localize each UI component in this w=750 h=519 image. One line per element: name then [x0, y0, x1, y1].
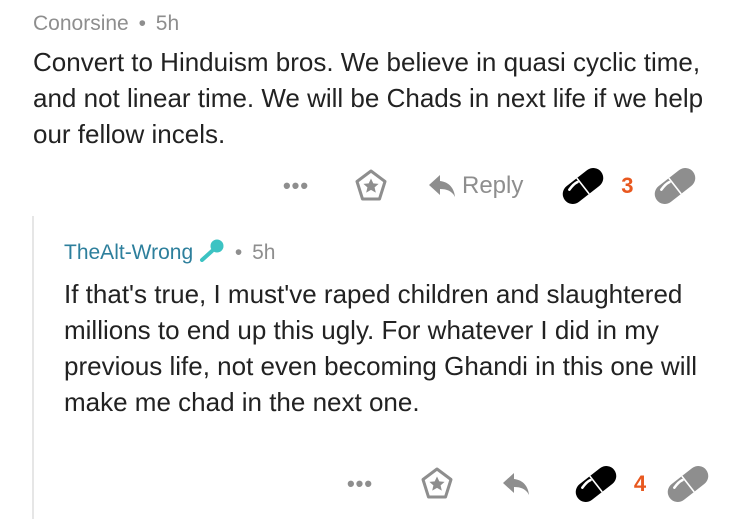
- more-icon[interactable]: •••: [340, 471, 380, 497]
- comment-age: 5h: [252, 241, 276, 264]
- meta-separator: •: [234, 241, 243, 264]
- score-count: 3: [621, 173, 634, 198]
- score-count: 4: [633, 471, 647, 496]
- pill-upvote-icon[interactable]: [570, 462, 622, 506]
- more-icon[interactable]: •••: [276, 173, 316, 199]
- comment-thealt-wrong: TheAlt-Wrong • 5h If that's true, I must…: [64, 238, 734, 420]
- comment-meta: TheAlt-Wrong • 5h: [64, 238, 734, 270]
- pill-downvote-icon[interactable]: [662, 462, 714, 506]
- comment-age: 5h: [155, 12, 180, 35]
- pill-downvote-icon[interactable]: [649, 164, 701, 208]
- comment-body: Convert to Hinduism bros. We believe in …: [33, 47, 704, 149]
- thread-indent-line: [32, 216, 34, 519]
- meta-separator: •: [138, 12, 146, 35]
- reply-arrow-icon: [429, 175, 455, 197]
- comment-body: If that's true, I must've raped children…: [64, 279, 698, 417]
- comment-author[interactable]: Conorsine: [33, 12, 129, 35]
- comment-meta: Conorsine • 5h: [33, 10, 733, 38]
- reply-arrow-icon[interactable]: [502, 472, 530, 496]
- star-icon[interactable]: [354, 169, 388, 203]
- comment-actions: ••• Reply 3: [276, 164, 701, 208]
- microphone-flair-icon: [199, 238, 225, 270]
- comment-conorsine: Conorsine • 5h Convert to Hinduism bros.…: [33, 10, 733, 152]
- star-icon[interactable]: [420, 467, 454, 501]
- pill-upvote-icon[interactable]: [557, 164, 609, 208]
- comment-author[interactable]: TheAlt-Wrong: [64, 241, 193, 264]
- reply-button[interactable]: Reply: [428, 172, 523, 200]
- comment-actions: ••• 4: [340, 462, 714, 506]
- reply-label: Reply: [462, 172, 524, 199]
